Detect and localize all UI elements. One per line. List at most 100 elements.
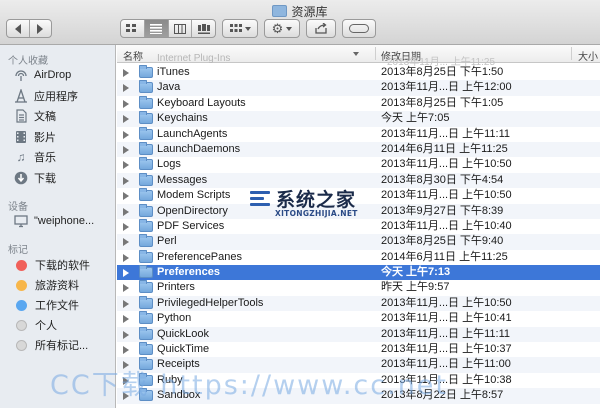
sidebar-item-documents[interactable]: 文稿 xyxy=(14,107,56,125)
disclosure-triangle-icon[interactable] xyxy=(123,315,129,324)
disclosure-triangle-icon[interactable] xyxy=(123,253,129,262)
coverflow-view-icon xyxy=(197,23,210,34)
sidebar-item-device[interactable]: "weiphone... xyxy=(14,212,94,230)
disclosure-triangle-icon[interactable] xyxy=(123,176,129,185)
action-menu-button[interactable]: ⚙ xyxy=(264,19,300,38)
disclosure-triangle-icon[interactable] xyxy=(123,207,129,216)
forward-button[interactable] xyxy=(30,20,52,37)
folder-icon xyxy=(139,188,153,202)
table-row[interactable]: Keychains 今天 上午7:05 xyxy=(117,111,600,127)
table-row[interactable]: Messages 2013年8月30日 下午4:54 xyxy=(117,172,600,189)
airdrop-icon xyxy=(14,68,28,82)
sidebar-tag-travel[interactable]: 旅游资料 xyxy=(14,276,79,294)
list-view-button[interactable] xyxy=(144,20,169,37)
file-modified-date: 2013年11月...日 上午10:50 xyxy=(381,189,512,202)
column-header-size[interactable]: 大小 xyxy=(578,48,598,63)
disclosure-triangle-icon[interactable] xyxy=(123,346,129,355)
table-row[interactable]: Perl 2013年8月25日 下午9:40 xyxy=(117,234,600,250)
disclosure-triangle-icon[interactable] xyxy=(123,99,129,108)
downloads-icon xyxy=(14,171,28,185)
sidebar-tag-all-tags[interactable]: 所有标记... xyxy=(14,336,88,354)
table-row[interactable]: Printers 昨天 上午9:57 xyxy=(117,280,600,295)
sidebar-item-airdrop[interactable]: AirDrop xyxy=(14,66,71,84)
sidebar-tag-personal[interactable]: 个人 xyxy=(14,316,57,334)
table-row-selected[interactable]: Preferences 今天 上午7:13 xyxy=(117,265,600,281)
window-titlebar: 资源库 ⚙ xyxy=(0,0,600,45)
file-name: Python xyxy=(157,312,192,325)
disclosure-triangle-icon[interactable] xyxy=(123,330,129,339)
table-row[interactable]: PrivilegedHelperTools 2013年11月...日 上午10:5… xyxy=(117,295,600,312)
column-header-name[interactable]: 名称 xyxy=(123,48,143,63)
table-row[interactable]: Logs 2013年11月...日 上午10:50 xyxy=(117,157,600,172)
table-row[interactable]: Python 2013年11月...日 上午10:41 xyxy=(117,311,600,326)
sidebar-item-music[interactable]: ♫ 音乐 xyxy=(14,148,57,166)
file-name: PDF Services xyxy=(157,219,225,232)
forward-arrow-icon xyxy=(37,23,44,34)
applications-icon xyxy=(14,89,28,103)
disclosure-triangle-icon[interactable] xyxy=(123,115,129,124)
back-button[interactable] xyxy=(7,20,30,37)
watermark-logo: 系统之家 xyxy=(250,185,356,212)
folder-icon xyxy=(139,326,153,340)
disclosure-triangle-icon[interactable] xyxy=(123,299,129,308)
disclosure-triangle-icon[interactable] xyxy=(123,84,129,93)
disclosure-triangle-icon[interactable] xyxy=(123,284,129,293)
coverflow-view-button[interactable] xyxy=(192,20,215,37)
sidebar-item-label: 下载的软件 xyxy=(35,260,90,272)
window-title: 资源库 xyxy=(0,3,600,20)
sidebar: 个人收藏 AirDrop 应用程序 文稿 影片 ♫ 音乐 下载 设备 "weiph… xyxy=(0,45,116,408)
table-row[interactable]: QuickLook 2013年11月...日 上午11:11 xyxy=(117,326,600,343)
disclosure-triangle-icon[interactable] xyxy=(123,145,129,154)
table-row[interactable]: iTunes 2013年8月25日 下午1:50 xyxy=(117,65,600,80)
sidebar-item-label: 文稿 xyxy=(34,111,56,123)
watermark-site-name: 系统之家 xyxy=(276,189,357,211)
table-row[interactable]: PreferencePanes 2014年6月11日 上午11:25 xyxy=(117,249,600,265)
arrange-menu-button[interactable] xyxy=(222,19,258,38)
disclosure-triangle-icon[interactable] xyxy=(123,222,129,231)
orange-tag-dot-icon xyxy=(16,279,27,291)
watermark-bottom-text: CC下载 https://www.cc.net xyxy=(50,370,449,401)
table-row[interactable]: PDF Services 2013年11月...日 上午10:40 xyxy=(117,218,600,234)
sidebar-item-movies[interactable]: 影片 xyxy=(14,128,56,146)
back-forward-control[interactable] xyxy=(6,19,52,38)
sidebar-item-applications[interactable]: 应用程序 xyxy=(14,87,78,105)
sidebar-item-label: 音乐 xyxy=(34,152,56,164)
table-row[interactable]: Modem Scripts 2013年11月...日 上午10:50 xyxy=(117,188,600,203)
disclosure-triangle-icon[interactable] xyxy=(123,269,129,278)
tags-button[interactable] xyxy=(342,19,376,38)
file-modified-date: 2013年11月...日 上午11:11 xyxy=(381,327,511,340)
blue-tag-dot-icon xyxy=(16,299,27,311)
sidebar-item-label: AirDrop xyxy=(34,69,72,81)
sidebar-favorites-header: 个人收藏 xyxy=(8,56,48,67)
share-button[interactable] xyxy=(306,19,336,38)
file-name: Keychains xyxy=(157,112,208,125)
view-mode-control[interactable] xyxy=(120,19,216,38)
column-divider[interactable] xyxy=(571,47,572,60)
table-row[interactable]: Java 2013年11月...日 上午12:00 xyxy=(117,80,600,96)
sidebar-item-downloads[interactable]: 下载 xyxy=(14,169,56,187)
table-row[interactable]: OpenDirectory 2013年9月27日 下午8:39 xyxy=(117,203,600,219)
file-modified-date: 今天 上午7:13 xyxy=(381,266,451,279)
music-note-icon: ♫ xyxy=(16,150,26,164)
disclosure-triangle-icon[interactable] xyxy=(123,192,129,201)
disclosure-triangle-icon[interactable] xyxy=(123,161,129,170)
table-row[interactable]: LaunchAgents 2013年11月...日 上午11:11 xyxy=(117,126,600,142)
table-row[interactable]: LaunchDaemons 2014年6月11日 上午11:25 xyxy=(117,141,600,158)
ghost-row-name: Internet Plug-Ins xyxy=(157,53,231,64)
sidebar-tag-downloaded-software[interactable]: 下载的软件 xyxy=(14,256,90,274)
column-view-button[interactable] xyxy=(169,20,193,37)
movies-icon xyxy=(14,130,28,144)
sidebar-tag-work[interactable]: 工作文件 xyxy=(14,296,79,314)
disclosure-triangle-icon[interactable] xyxy=(123,69,129,77)
folder-icon xyxy=(139,218,153,232)
column-divider[interactable] xyxy=(375,47,376,60)
disclosure-triangle-icon[interactable] xyxy=(123,238,129,247)
table-row[interactable]: QuickTime 2013年11月...日 上午10:37 xyxy=(117,342,600,357)
folder-icon xyxy=(139,249,153,263)
sidebar-devices-header: 设备 xyxy=(8,202,28,213)
file-modified-date: 2013年11月...日 上午10:40 xyxy=(381,219,512,232)
file-modified-date: 2013年11月...日 上午10:50 xyxy=(381,296,512,309)
table-row[interactable]: Keyboard Layouts 2013年8月25日 下午1:05 xyxy=(117,95,600,111)
disclosure-triangle-icon[interactable] xyxy=(123,130,129,139)
icon-view-button[interactable] xyxy=(121,20,145,37)
